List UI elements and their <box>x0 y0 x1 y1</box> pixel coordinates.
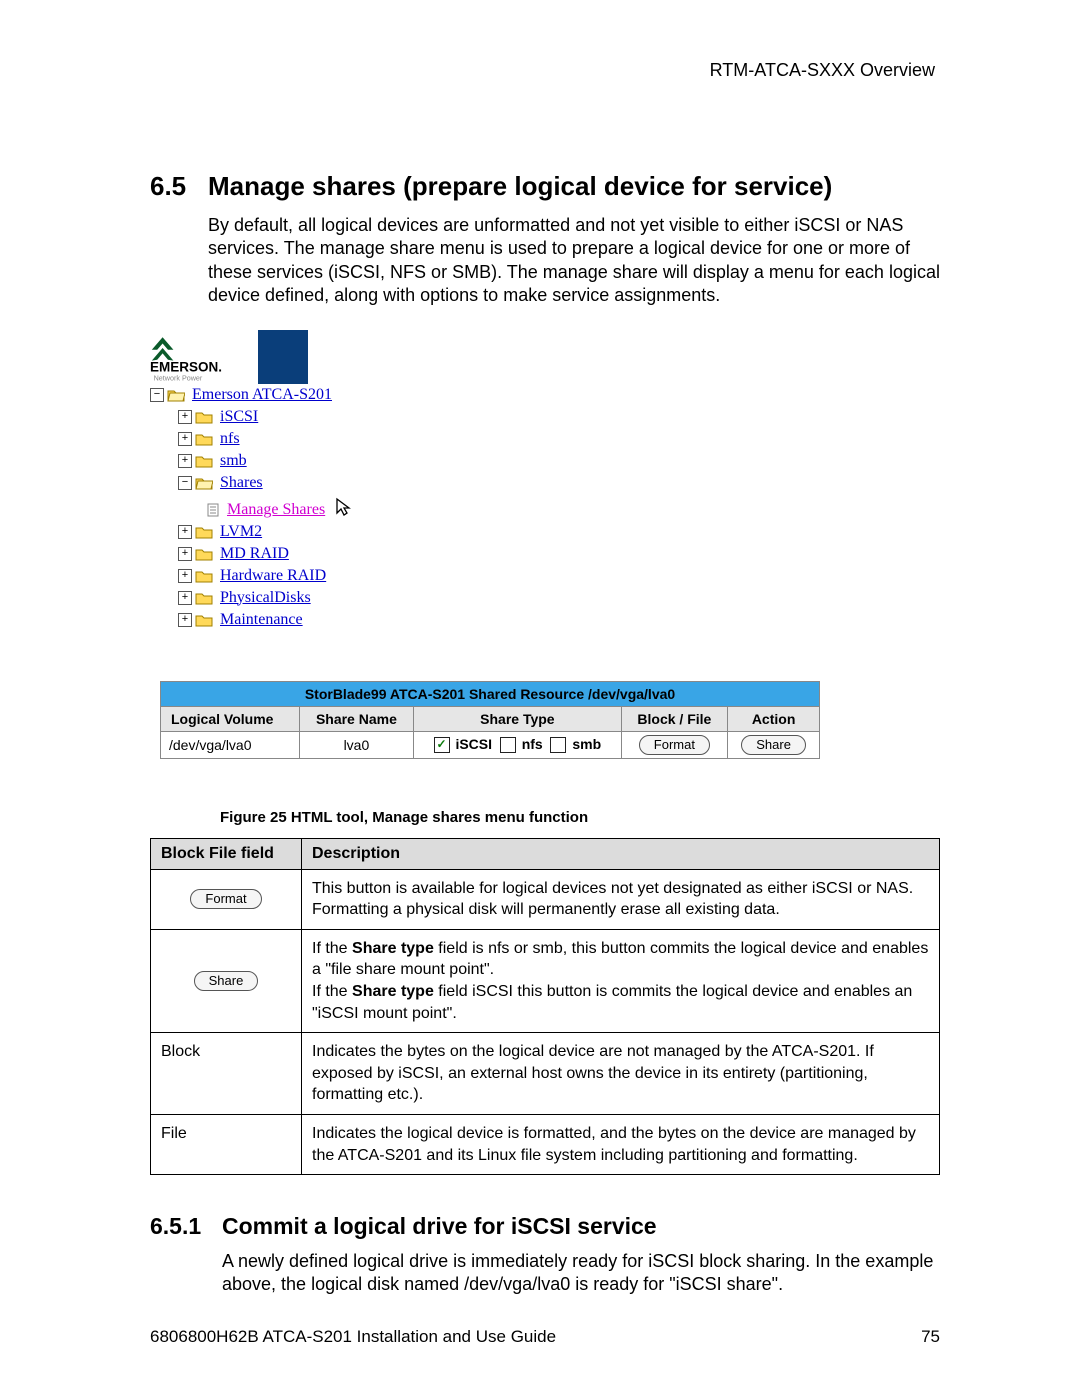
folder-icon <box>195 410 213 424</box>
label-smb: smb <box>572 736 601 752</box>
tree-item-maintenance[interactable]: + Maintenance <box>150 609 940 631</box>
checkbox-smb[interactable] <box>550 737 566 753</box>
checkbox-nfs[interactable] <box>500 737 516 753</box>
tree-item-label[interactable]: LVM2 <box>220 523 262 540</box>
tree-item-label[interactable]: nfs <box>220 430 240 447</box>
tree-item-mdraid[interactable]: + MD RAID <box>150 543 940 565</box>
folder-open-icon <box>167 388 185 402</box>
tree-item-iscsi[interactable]: + iSCSI <box>150 406 940 428</box>
cell-share-type: ✓ iSCSI nfs smb <box>414 731 621 758</box>
tree-root[interactable]: − Emerson ATCA-S201 <box>150 384 940 406</box>
footer-left: 6806800H62B ATCA-S201 Installation and U… <box>150 1327 556 1347</box>
subsection-heading: 6.5.1Commit a logical drive for iSCSI se… <box>150 1213 940 1240</box>
tree-item-hwraid[interactable]: + Hardware RAID <box>150 565 940 587</box>
figure-caption: Figure 25 HTML tool, Manage shares menu … <box>220 809 940 826</box>
cursor-icon <box>335 497 353 517</box>
minus-icon[interactable]: − <box>178 476 192 490</box>
tree-item-label[interactable]: Hardware RAID <box>220 567 326 584</box>
desc-key-block: Block <box>151 1033 302 1115</box>
resource-table: StorBlade99 ATCA-S201 Shared Resource /d… <box>160 681 820 759</box>
col-share-name: Share Name <box>299 706 414 731</box>
format-button[interactable]: Format <box>639 735 710 755</box>
tree-item-label[interactable]: iSCSI <box>220 408 258 425</box>
folder-icon <box>195 569 213 583</box>
desc-head-description: Description <box>302 838 940 869</box>
cell-block-file: Format <box>621 731 728 758</box>
minus-icon[interactable]: − <box>150 388 164 402</box>
tree-item-smb[interactable]: + smb <box>150 450 940 472</box>
col-action: Action <box>728 706 820 731</box>
subsection-title: Commit a logical drive for iSCSI service <box>222 1213 657 1239</box>
section-number: 6.5 <box>150 171 208 202</box>
tree-item-nfs[interactable]: + nfs <box>150 428 940 450</box>
folder-icon <box>195 525 213 539</box>
folder-icon <box>195 547 213 561</box>
tree-item-shares[interactable]: − Shares <box>150 472 940 494</box>
tree-item-selected-label[interactable]: Manage Shares <box>227 501 325 518</box>
desc-text-file: Indicates the logical device is formatte… <box>302 1114 940 1174</box>
format-button[interactable]: Format <box>190 889 261 909</box>
footer-page-number: 75 <box>921 1327 940 1347</box>
cell-volume: /dev/vga/lva0 <box>161 731 300 758</box>
text-bold: Share type <box>352 983 434 1000</box>
subsection-paragraph: A newly defined logical drive is immedia… <box>222 1250 940 1297</box>
section-heading: 6.5Manage shares (prepare logical device… <box>150 171 940 202</box>
folder-icon <box>195 432 213 446</box>
desc-head-field: Block File field <box>151 838 302 869</box>
desc-key-share: Share <box>151 929 302 1032</box>
folder-icon <box>195 454 213 468</box>
document-icon <box>206 503 220 517</box>
col-share-type: Share Type <box>414 706 621 731</box>
plus-icon[interactable]: + <box>178 410 192 424</box>
description-table: Block File field Description Format This… <box>150 838 940 1176</box>
desc-text-block: Indicates the bytes on the logical devic… <box>302 1033 940 1115</box>
plus-icon[interactable]: + <box>178 547 192 561</box>
folder-icon <box>195 591 213 605</box>
plus-icon[interactable]: + <box>178 569 192 583</box>
label-nfs: nfs <box>522 736 543 752</box>
plus-icon[interactable]: + <box>178 525 192 539</box>
section-paragraph: By default, all logical devices are unfo… <box>208 214 940 308</box>
plus-icon[interactable]: + <box>178 432 192 446</box>
desc-key-format: Format <box>151 869 302 929</box>
checkbox-iscsi[interactable]: ✓ <box>434 737 450 753</box>
text: If the <box>312 940 352 957</box>
desc-text-share: If the Share type field is nfs or smb, t… <box>302 929 940 1032</box>
cell-action: Share <box>728 731 820 758</box>
nav-banner-block <box>258 330 308 384</box>
col-logical-volume: Logical Volume <box>161 706 300 731</box>
tree-item-label[interactable]: smb <box>220 452 247 469</box>
plus-icon[interactable]: + <box>178 591 192 605</box>
tree-root-label[interactable]: Emerson ATCA-S201 <box>192 386 332 403</box>
desc-key-file: File <box>151 1114 302 1174</box>
nav-tree: EMERSON. Network Power − Emerson ATCA-S2… <box>150 330 940 631</box>
desc-text-format: This button is available for logical dev… <box>302 869 940 929</box>
cell-share-name: lva0 <box>299 731 414 758</box>
text: If the <box>312 983 352 1000</box>
resource-banner: StorBlade99 ATCA-S201 Shared Resource /d… <box>161 681 820 706</box>
share-button[interactable]: Share <box>741 735 806 755</box>
svg-text:Network Power: Network Power <box>154 373 203 381</box>
text-bold: Share type <box>352 940 434 957</box>
subsection-number: 6.5.1 <box>150 1213 222 1240</box>
tree-item-lvm2[interactable]: + LVM2 <box>150 521 940 543</box>
folder-icon <box>195 613 213 627</box>
page-footer: 6806800H62B ATCA-S201 Installation and U… <box>150 1327 940 1347</box>
tree-item-label[interactable]: Shares <box>220 474 263 491</box>
tree-item-manage-shares[interactable]: Manage Shares <box>150 494 940 521</box>
share-button[interactable]: Share <box>194 971 259 991</box>
emerson-logo: EMERSON. Network Power <box>150 333 240 381</box>
tree-item-label[interactable]: PhysicalDisks <box>220 589 311 606</box>
tree-item-label[interactable]: Maintenance <box>220 611 303 628</box>
tree-item-physicaldisks[interactable]: + PhysicalDisks <box>150 587 940 609</box>
plus-icon[interactable]: + <box>178 613 192 627</box>
plus-icon[interactable]: + <box>178 454 192 468</box>
section-title: Manage shares (prepare logical device fo… <box>208 171 832 201</box>
running-head: RTM-ATCA-SXXX Overview <box>150 60 940 81</box>
col-block-file: Block / File <box>621 706 728 731</box>
label-iscsi: iSCSI <box>455 736 492 752</box>
tree-item-label[interactable]: MD RAID <box>220 545 289 562</box>
folder-open-icon <box>195 476 213 490</box>
svg-text:EMERSON.: EMERSON. <box>150 359 222 374</box>
